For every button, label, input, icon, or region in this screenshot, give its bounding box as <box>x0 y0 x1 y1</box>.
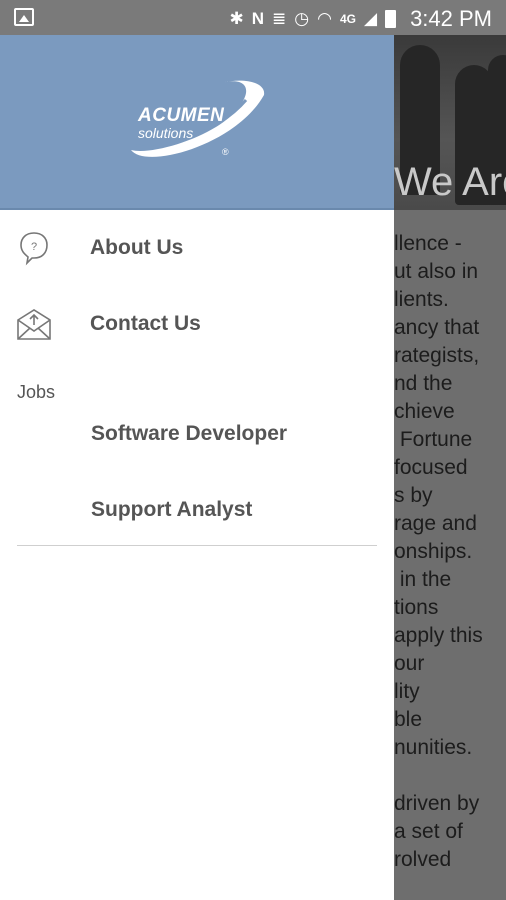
background-paragraph: llence - ut also in lients. ancy that ra… <box>394 232 483 871</box>
logo-brand: ACUMEN <box>138 105 225 126</box>
job-item-support-analyst[interactable]: Support Analyst <box>91 498 252 522</box>
acumen-logo: ACUMEN solutions ® <box>126 75 266 165</box>
vibrate-icon: ≣ <box>272 9 287 28</box>
menu-item-about-us[interactable]: ? About Us <box>0 218 394 278</box>
signal-icon: ◢ <box>363 9 378 28</box>
job-item-software-developer[interactable]: Software Developer <box>91 422 287 446</box>
navigation-drawer: ACUMEN solutions ® ? About Us Contact Us… <box>0 35 394 900</box>
bluetooth-icon: ✱ <box>229 9 244 28</box>
wifi-icon: ◠ <box>317 9 332 28</box>
drawer-header: ACUMEN solutions ® <box>0 35 394 210</box>
image-notification-icon <box>14 8 34 26</box>
hero-title: We Are <box>394 160 506 204</box>
divider <box>17 545 377 546</box>
section-label-jobs: Jobs <box>17 382 56 402</box>
lte-icon: 4G <box>339 12 356 26</box>
envelope-upload-icon <box>17 309 51 340</box>
svg-text:?: ? <box>31 241 37 253</box>
status-time: 3:42 PM <box>410 6 492 31</box>
menu-item-contact-us[interactable]: Contact Us <box>0 294 394 354</box>
battery-icon <box>385 10 397 28</box>
menu-item-label: About Us <box>90 236 184 259</box>
alarm-icon: ◷ <box>294 9 310 28</box>
nfc-icon: N <box>251 9 265 28</box>
logo-sub: solutions <box>138 125 194 141</box>
help-bubble-icon: ? <box>20 232 48 266</box>
status-icons: ✱ N ≣ ◷ ◠ 4G ◢ 3:42 PM <box>230 6 493 32</box>
menu-item-label: Contact Us <box>90 312 201 335</box>
status-bar: ✱ N ≣ ◷ ◠ 4G ◢ 3:42 PM <box>0 0 506 35</box>
logo-registered: ® <box>222 147 229 157</box>
